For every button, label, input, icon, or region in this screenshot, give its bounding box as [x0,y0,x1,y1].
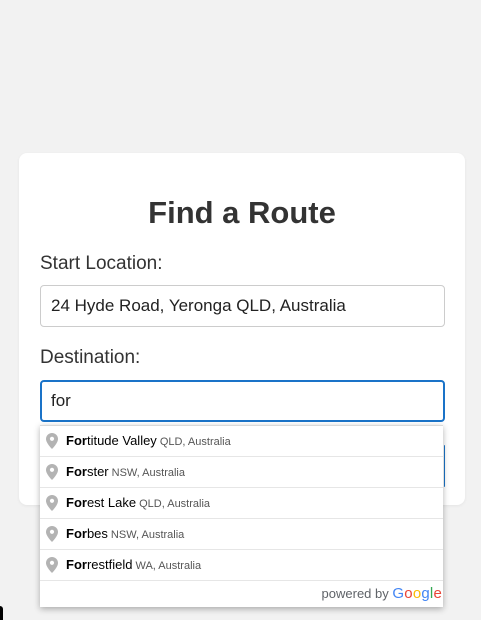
map-pin-icon [46,495,58,511]
suggestion-rest-text: restfield [86,557,133,572]
google-logo: Google [392,585,442,602]
powered-by-google: powered by Google [322,586,442,602]
suggestion-item[interactable]: Forbes NSW, Australia [40,518,443,549]
google-letter: e [433,585,442,602]
suggestion-rest-text: ster [86,464,109,479]
autocomplete-dropdown: Fortitude Valley QLD, Australia Forster NS… [40,425,443,607]
suggestion-match-text: For [66,464,87,479]
suggestion-item[interactable]: Forrestfield WA, Australia [40,549,443,580]
destination-label: Destination: [40,347,141,368]
window-corner-edge [0,606,3,620]
map-pin-icon [46,557,58,573]
suggestion-rest-text: est Lake [86,495,137,510]
suggestion-item[interactable]: Fortitude Valley QLD, Australia [40,426,443,456]
map-pin-icon [46,464,58,480]
suggestion-match-text: For [66,433,87,448]
suggestion-secondary-text: QLD, Australia [159,436,231,448]
destination-input[interactable] [40,380,445,422]
suggestion-secondary-text: WA, Australia [135,560,202,572]
suggestion-secondary-text: NSW, Australia [111,467,185,479]
map-pin-icon [46,433,58,449]
suggestion-rest-text: titude Valley [86,433,157,448]
google-attribution: powered by Google [40,580,443,607]
suggestion-match-text: For [66,526,87,541]
suggestion-match-text: For [66,495,87,510]
suggestion-secondary-text: NSW, Australia [110,529,185,541]
powered-by-text: powered by [321,586,389,601]
suggestion-rest-text: bes [86,526,108,541]
google-letter: o [404,585,413,602]
find-route-button-edge[interactable] [444,445,445,487]
page: { "form": { "title": "Find a Route", "st… [0,0,481,620]
google-letter: g [421,585,430,602]
start-location-label: Start Location: [40,253,163,274]
suggestion-secondary-text: QLD, Australia [139,498,211,510]
suggestion-match-text: For [66,557,87,572]
page-title: Find a Route [148,195,336,230]
suggestion-item[interactable]: Forest Lake QLD, Australia [40,487,443,518]
map-pin-icon [46,526,58,542]
start-location-input[interactable] [40,285,445,327]
google-letter: G [392,585,405,602]
suggestion-item[interactable]: Forster NSW, Australia [40,456,443,487]
